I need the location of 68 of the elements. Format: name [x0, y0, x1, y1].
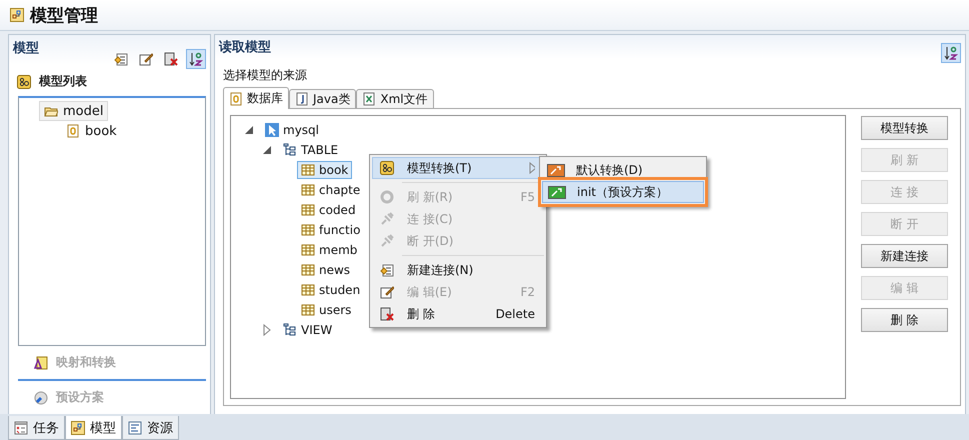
- view-tab[interactable]: 资源: [122, 416, 179, 440]
- edit-icon: [380, 285, 394, 299]
- source-tab[interactable]: 数据库: [223, 87, 289, 109]
- model-icon: [380, 161, 394, 175]
- delete-icon: [164, 52, 178, 66]
- model-list-icon: [17, 74, 31, 88]
- view-tab[interactable]: 任务: [8, 416, 65, 440]
- tree-item[interactable]: TABLE: [279, 141, 342, 159]
- tree-item[interactable]: studen: [297, 281, 364, 299]
- sort-icon: [189, 52, 203, 66]
- table-icon: [301, 243, 315, 257]
- tree-item[interactable]: users: [297, 301, 356, 319]
- tree-item[interactable]: news: [297, 261, 354, 279]
- new-connection-icon: [114, 52, 128, 66]
- menu-item[interactable]: 新建连接(N): [372, 259, 544, 281]
- panel-title: 模型: [13, 40, 39, 57]
- source-label: 选择模型的来源: [223, 67, 308, 84]
- table-icon: [301, 303, 315, 317]
- refresh-icon: [380, 190, 394, 204]
- model-icon: [10, 8, 24, 22]
- mapping-icon: [34, 356, 48, 370]
- java-file-icon: [295, 92, 309, 106]
- menu-item[interactable]: 默认转换(D): [542, 159, 704, 181]
- source-tab[interactable]: Java类: [289, 89, 356, 109]
- tree-item[interactable]: chapte: [297, 181, 364, 199]
- new-connection-icon: [380, 263, 394, 277]
- tree-structure-icon: [283, 143, 297, 157]
- cursor-icon: [265, 123, 279, 137]
- xml-file-icon: [362, 92, 376, 106]
- action-button[interactable]: 模型转换: [861, 116, 948, 140]
- table-icon: [301, 263, 315, 277]
- tree-item[interactable]: book: [61, 121, 122, 141]
- table-icon: [301, 183, 315, 197]
- section-title[interactable]: 模型列表: [39, 73, 87, 90]
- sort-button[interactable]: [941, 43, 961, 63]
- action-button[interactable]: 新建连接: [861, 244, 948, 268]
- action-button[interactable]: 删 除: [861, 308, 948, 332]
- table-icon: [301, 163, 315, 177]
- clock-icon: [34, 390, 48, 404]
- tasks-icon: [14, 420, 28, 434]
- submenu-arrow-icon: [527, 161, 535, 175]
- toolbar-button[interactable]: [186, 49, 206, 69]
- table-icon: [301, 283, 315, 297]
- database-icon: [229, 92, 243, 106]
- source-tab[interactable]: Xml文件: [356, 89, 434, 109]
- table-icon: [301, 203, 315, 217]
- file-icon: [66, 124, 80, 138]
- sort-icon: [944, 46, 958, 60]
- model-icon: [71, 420, 85, 434]
- edit-icon: [139, 52, 153, 66]
- tree-item[interactable]: mysql: [261, 121, 323, 139]
- tree-item[interactable]: coded: [297, 201, 360, 219]
- view-tab[interactable]: 模型: [65, 416, 122, 440]
- tree-item[interactable]: book: [297, 161, 352, 179]
- tree-item[interactable]: functio: [297, 221, 364, 239]
- table-icon: [301, 223, 315, 237]
- panel-title: 读取模型: [219, 39, 271, 56]
- plug-icon: [380, 234, 394, 248]
- window-title: 模型管理: [30, 4, 98, 26]
- delete-icon: [380, 307, 394, 321]
- collapsed-arrow-icon: [261, 323, 273, 337]
- plug-icon: [380, 212, 394, 226]
- menu-item[interactable]: 删 除 Delete: [372, 303, 544, 325]
- tree-item[interactable]: model: [39, 101, 108, 121]
- tree-item[interactable]: memb: [297, 241, 362, 259]
- tree-item[interactable]: VIEW: [279, 321, 336, 339]
- tree-structure-icon: [283, 323, 297, 337]
- resources-icon: [128, 420, 142, 434]
